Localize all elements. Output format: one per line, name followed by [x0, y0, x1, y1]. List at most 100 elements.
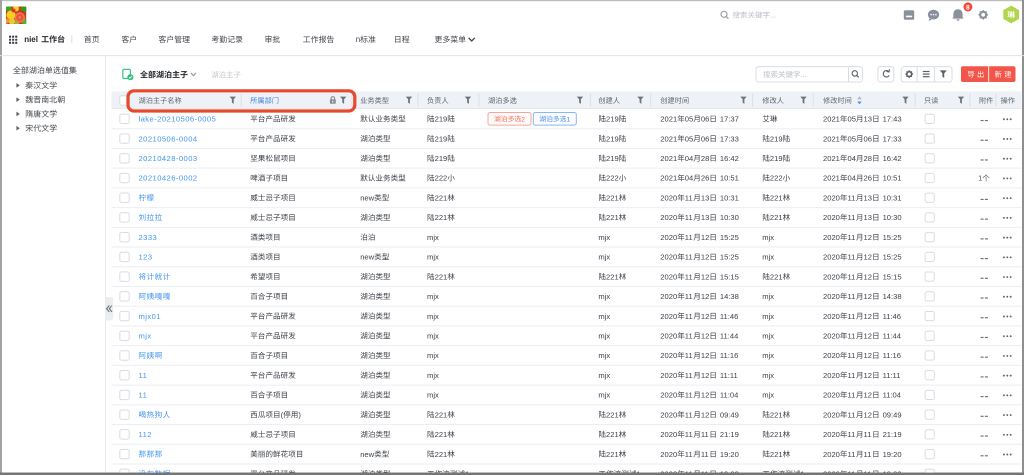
svg-text:221: 221	[770, 430, 783, 439]
svg-text:2021: 2021	[823, 154, 840, 163]
svg-text:11:16: 11:16	[720, 351, 738, 360]
svg-text:12: 12	[864, 292, 872, 301]
svg-text:11: 11	[848, 292, 856, 301]
svg-text:16:42: 16:42	[720, 154, 739, 163]
svg-text:12: 12	[864, 233, 872, 242]
svg-text:11: 11	[685, 312, 693, 321]
svg-text:12: 12	[864, 371, 872, 380]
svg-text:221: 221	[770, 450, 783, 459]
svg-text:12: 12	[864, 253, 872, 262]
svg-text:20210428-0003: 20210428-0003	[139, 154, 198, 163]
svg-text:mjx: mjx	[427, 371, 439, 380]
svg-text:2020: 2020	[660, 213, 677, 222]
svg-text:11: 11	[685, 410, 693, 419]
svg-text:2020: 2020	[823, 430, 840, 439]
svg-text:20210506-0004: 20210506-0004	[139, 134, 198, 143]
svg-text:221: 221	[770, 213, 783, 222]
svg-text:10:30: 10:30	[720, 213, 739, 222]
svg-text:12: 12	[864, 351, 872, 360]
svg-text:mjx: mjx	[427, 253, 439, 262]
svg-text:2020: 2020	[823, 292, 840, 301]
svg-text:10:51: 10:51	[883, 174, 902, 183]
svg-text:mjx: mjx	[762, 253, 774, 262]
svg-text:11: 11	[848, 391, 856, 400]
svg-text:11: 11	[139, 391, 148, 400]
svg-text:11: 11	[848, 253, 856, 262]
svg-text:12: 12	[701, 351, 709, 360]
svg-text:219: 219	[606, 115, 619, 124]
svg-text:221: 221	[606, 193, 619, 202]
svg-text:222: 222	[770, 174, 783, 183]
svg-text:15:25: 15:25	[720, 253, 739, 262]
svg-text:221: 221	[606, 430, 619, 439]
svg-text:13: 13	[864, 213, 872, 222]
svg-text:19:20: 19:20	[720, 450, 739, 459]
svg-text:2020: 2020	[823, 351, 840, 360]
svg-text:21:19: 21:19	[883, 430, 902, 439]
svg-text:28: 28	[701, 154, 709, 163]
svg-text:15:15: 15:15	[883, 272, 902, 281]
svg-text:2021: 2021	[660, 174, 677, 183]
svg-text:2020: 2020	[660, 371, 677, 380]
svg-text:14:38: 14:38	[720, 292, 739, 301]
svg-text:mjx: mjx	[139, 331, 152, 340]
svg-text:11: 11	[685, 233, 693, 242]
svg-text:2020: 2020	[660, 253, 677, 262]
svg-text:11: 11	[685, 430, 693, 439]
svg-text:12: 12	[864, 331, 872, 340]
svg-text:mjx: mjx	[427, 312, 439, 321]
svg-text:mjx: mjx	[598, 371, 610, 380]
svg-text:mjx: mjx	[598, 292, 610, 301]
svg-text:221: 221	[606, 213, 619, 222]
svg-text:221: 221	[606, 450, 619, 459]
svg-text:11: 11	[685, 253, 693, 262]
svg-text:04: 04	[848, 174, 856, 183]
svg-text:11: 11	[685, 371, 693, 380]
svg-text:...: ...	[801, 70, 807, 79]
svg-text:11:46: 11:46	[883, 312, 901, 321]
svg-text:219: 219	[435, 154, 448, 163]
svg-text:2020: 2020	[823, 450, 840, 459]
svg-text:11: 11	[685, 193, 693, 202]
svg-text:11: 11	[864, 430, 872, 439]
svg-text:2020: 2020	[660, 233, 677, 242]
svg-text:2: 2	[521, 116, 525, 123]
svg-text:12: 12	[701, 272, 709, 281]
svg-text:13: 13	[701, 213, 709, 222]
svg-text:04: 04	[848, 154, 856, 163]
svg-text:17:33: 17:33	[720, 134, 739, 143]
svg-text:2020: 2020	[823, 253, 840, 262]
svg-text:11:46: 11:46	[720, 312, 738, 321]
svg-text:221: 221	[435, 213, 448, 222]
svg-text:mjx: mjx	[427, 233, 439, 242]
svg-text:2020: 2020	[660, 391, 677, 400]
svg-text:mjx: mjx	[427, 351, 439, 360]
svg-text:2020: 2020	[660, 450, 677, 459]
svg-text:26: 26	[701, 174, 709, 183]
svg-text:11: 11	[701, 450, 709, 459]
svg-text:mjx: mjx	[598, 331, 610, 340]
svg-text:10:30: 10:30	[883, 213, 902, 222]
svg-text:2020: 2020	[660, 351, 677, 360]
svg-text:n: n	[356, 35, 360, 44]
svg-text:219: 219	[770, 154, 783, 163]
svg-text:12: 12	[864, 312, 872, 321]
svg-text:12: 12	[864, 272, 872, 281]
svg-text:12: 12	[701, 312, 709, 321]
svg-text:11:11: 11:11	[883, 371, 901, 380]
svg-text:11:04: 11:04	[720, 391, 738, 400]
svg-text:11:16: 11:16	[883, 351, 901, 360]
svg-text:1: 1	[978, 174, 982, 183]
svg-text:11: 11	[685, 450, 693, 459]
svg-text:2020: 2020	[660, 193, 677, 202]
svg-text:...: ...	[770, 11, 776, 20]
svg-text:123: 123	[139, 253, 153, 262]
svg-text:mjx: mjx	[598, 233, 610, 242]
svg-text:13: 13	[701, 193, 709, 202]
svg-text:15:25: 15:25	[883, 233, 902, 242]
svg-text:222: 222	[435, 174, 448, 183]
svg-text:2020: 2020	[660, 292, 677, 301]
svg-text:2021: 2021	[823, 115, 840, 124]
svg-text:09:49: 09:49	[720, 410, 739, 419]
svg-text:mjx: mjx	[762, 331, 774, 340]
